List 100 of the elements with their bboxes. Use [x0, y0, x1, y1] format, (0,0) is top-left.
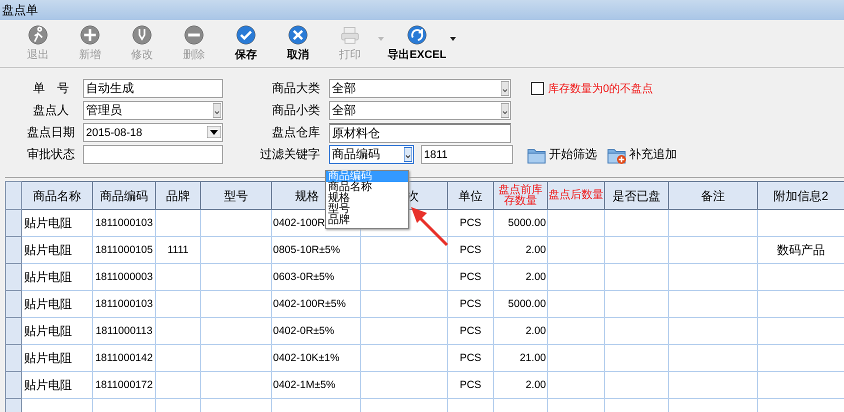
keyword-field[interactable]: 1811 [421, 145, 513, 164]
table-cell: 2.00 [494, 264, 548, 290]
toolbar-button[interactable]: 取消 [272, 22, 324, 66]
save-icon [236, 25, 256, 45]
field-label: 审批状态 [26, 146, 76, 163]
row-header[interactable] [6, 236, 22, 264]
table-cell [200, 344, 272, 372]
table-cell [200, 236, 272, 264]
table-cell: 1811000113 [92, 318, 156, 344]
table-cell: 1111 [156, 236, 200, 264]
table-cell: 1811000172 [92, 372, 156, 398]
action-button[interactable]: 开始筛选 [527, 146, 597, 164]
table-cell: 1811000003 [92, 264, 156, 290]
table-cell [200, 210, 272, 236]
combo-box[interactable]: 管理员 [83, 101, 223, 120]
table-cell: 0603-0R±5% [272, 264, 360, 290]
table-cell: 0402-10K±1% [272, 344, 360, 372]
dropdown-button[interactable] [207, 126, 221, 138]
table-cell: PCS [448, 344, 494, 372]
table-cell [604, 318, 668, 344]
table-cell: 贴片电阻 [22, 290, 92, 318]
caret-icon[interactable] [450, 36, 456, 40]
pointer-arrow [409, 205, 449, 247]
column-header[interactable]: 附加信息2 [758, 182, 844, 210]
table-cell: 0402-0R±5% [272, 318, 360, 344]
column-header[interactable]: 商品编码 [92, 182, 156, 210]
combo-box[interactable]: 商品编码 [329, 145, 414, 164]
table-cell [548, 344, 604, 372]
corner-cell [6, 182, 22, 210]
table-cell: 0805-10R±5% [272, 236, 360, 264]
row-header[interactable] [6, 210, 22, 236]
table-cell [604, 264, 668, 290]
table-cell: 5000.00 [494, 210, 548, 236]
action-button[interactable]: 补充追加 [607, 146, 677, 164]
column-header[interactable]: 品牌 [156, 182, 200, 210]
dropdown-button[interactable] [404, 147, 412, 162]
table-cell [200, 290, 272, 318]
table-cell [548, 210, 604, 236]
table-cell [548, 290, 604, 318]
table-cell: 贴片电阻 [22, 264, 92, 290]
row-header[interactable] [6, 290, 22, 318]
table-cell: PCS [448, 264, 494, 290]
table-cell [604, 236, 668, 264]
table-cell [200, 264, 272, 290]
field-label: 过滤关键字 [259, 146, 320, 163]
table-cell [548, 318, 604, 344]
text-field[interactable]: 自动生成 [83, 79, 223, 98]
table-cell [604, 344, 668, 372]
table-cell: 2.00 [494, 372, 548, 398]
export-icon [407, 25, 427, 45]
table-cell: 贴片电阻 [22, 210, 92, 236]
table-cell: 贴片电阻 [22, 318, 92, 344]
table-cell: 2.00 [494, 318, 548, 344]
printer-icon [340, 25, 360, 45]
table-cell: PCS [448, 210, 494, 236]
column-header[interactable]: 型号 [200, 182, 272, 210]
cancel-icon [288, 25, 308, 45]
row-header[interactable] [6, 264, 22, 290]
table-cell [156, 344, 200, 372]
table-cell: 1811000105 [92, 236, 156, 264]
table-cell [604, 210, 668, 236]
table-cell [604, 290, 668, 318]
column-header[interactable]: 是否已盘 [604, 182, 668, 210]
field-label: 商品大类 [271, 80, 320, 97]
table-cell: 0402-1M±5% [272, 372, 360, 398]
table-cell: PCS [448, 236, 494, 264]
checkbox-label: 库存数量为0的不盘点 [548, 82, 654, 96]
add-icon [80, 25, 100, 45]
row-header[interactable] [6, 318, 22, 344]
table-cell: 贴片电阻 [22, 372, 92, 398]
date-picker[interactable]: 2015-08-18 [83, 123, 223, 142]
table-cell: 贴片电阻 [22, 344, 92, 372]
text-field[interactable] [83, 145, 223, 164]
table-cell: 0402-100R±5% [272, 290, 360, 318]
column-header[interactable]: 备注 [668, 182, 758, 210]
delete-icon [184, 25, 204, 45]
column-header[interactable]: 单位 [448, 182, 494, 210]
table-cell: 1811000103 [92, 290, 156, 318]
window-title: 盘点单 [2, 2, 38, 18]
checkbox[interactable] [531, 82, 544, 95]
edit-icon [132, 25, 152, 45]
toolbar-button[interactable]: 导出EXCEL [386, 22, 448, 66]
table-cell: PCS [448, 318, 494, 344]
table-cell: 1811000142 [92, 344, 156, 372]
field-label: 盘点日期 [26, 124, 76, 141]
table-cell: 数码产品 [758, 236, 844, 264]
field-label: 单 号 [32, 80, 70, 97]
text-field[interactable]: 原材料仓 [329, 122, 511, 142]
table-cell: 21.00 [494, 344, 548, 372]
table-cell: PCS [448, 372, 494, 398]
combo-box[interactable]: 全部 [329, 101, 511, 120]
column-header[interactable]: 商品名称 [22, 182, 92, 210]
row-header[interactable] [6, 372, 22, 398]
table-cell [156, 290, 200, 318]
table-cell [200, 318, 272, 344]
table-cell [548, 264, 604, 290]
combo-box[interactable]: 全部 [329, 79, 511, 98]
table-cell: PCS [448, 290, 494, 318]
row-header[interactable] [6, 344, 22, 372]
toolbar-button[interactable]: 保存 [220, 22, 272, 66]
